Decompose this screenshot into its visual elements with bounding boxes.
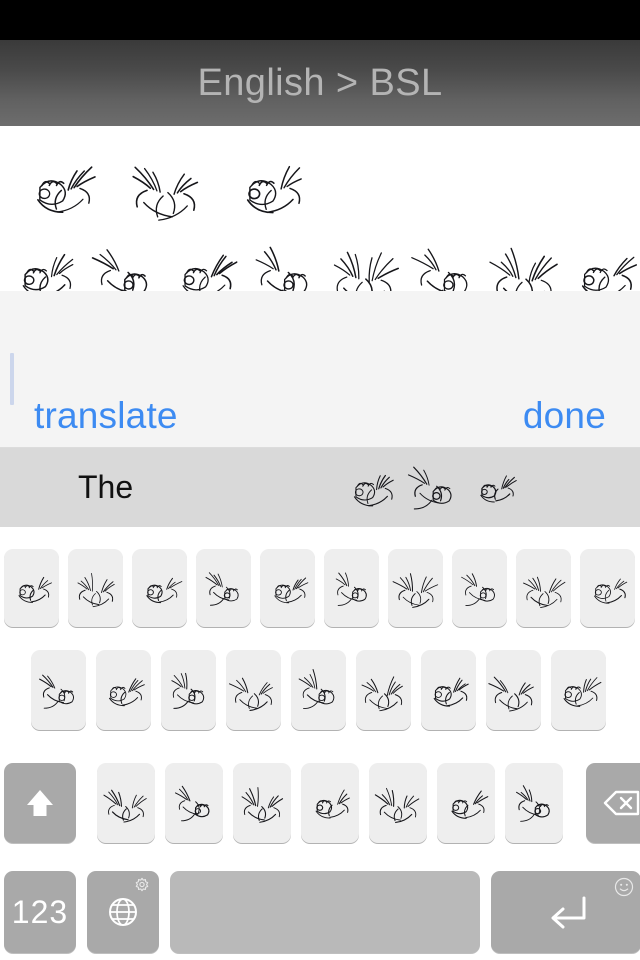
sign-key-row3-4[interactable] xyxy=(301,763,359,843)
sign-key-row3-3[interactable] xyxy=(233,763,291,843)
sign-key-row2-1[interactable] xyxy=(31,650,86,730)
keyboard-row-2 xyxy=(0,650,640,730)
sign-key-row2-9[interactable] xyxy=(551,650,606,730)
shift-key[interactable] xyxy=(4,763,76,843)
sign-key-row1-7[interactable] xyxy=(388,549,443,627)
return-arrow-icon xyxy=(537,883,595,941)
suggestion-sign xyxy=(464,456,526,518)
sign-key-row2-5[interactable] xyxy=(291,650,346,730)
suggestion-sign xyxy=(340,456,402,518)
sign-key-row1-8[interactable] xyxy=(452,549,507,627)
backspace-icon xyxy=(600,781,640,825)
sign-key-row1-3[interactable] xyxy=(132,549,187,627)
output-sign xyxy=(324,231,404,291)
output-sign xyxy=(484,231,564,291)
output-sign xyxy=(113,144,218,229)
suggestion-sign xyxy=(402,456,464,518)
suggestion-bar[interactable]: The xyxy=(0,448,640,527)
sign-key-row1-9[interactable] xyxy=(516,549,571,627)
output-sign xyxy=(164,231,244,291)
smiley-icon xyxy=(613,876,635,898)
suggestion-word[interactable]: The xyxy=(78,469,133,506)
backspace-key[interactable] xyxy=(586,763,640,843)
sign-key-row3-6[interactable] xyxy=(437,763,495,843)
output-sign xyxy=(244,231,324,291)
sign-key-row1-1[interactable] xyxy=(4,549,59,627)
return-key[interactable] xyxy=(491,871,640,953)
numbers-key-label: 123 xyxy=(11,893,69,930)
sign-key-row1-5[interactable] xyxy=(260,549,315,627)
output-sign-row-1 xyxy=(0,144,640,229)
sign-keyboard: 123 xyxy=(0,537,640,960)
shift-arrow-icon xyxy=(18,781,62,825)
globe-key[interactable] xyxy=(87,871,159,953)
sign-key-row2-8[interactable] xyxy=(486,650,541,730)
text-editor-panel[interactable]: translate done xyxy=(0,291,640,448)
keyboard-row-4: 123 xyxy=(0,871,640,953)
sign-key-row3-2[interactable] xyxy=(165,763,223,843)
keyboard-row-3 xyxy=(0,763,640,843)
sign-key-row2-4[interactable] xyxy=(226,650,281,730)
sign-key-row1-10[interactable] xyxy=(580,549,635,627)
done-button[interactable]: done xyxy=(523,397,606,434)
sign-key-row1-6[interactable] xyxy=(324,549,379,627)
space-key[interactable] xyxy=(170,871,480,953)
output-sign-row-2 xyxy=(0,231,640,291)
gear-icon xyxy=(131,876,153,898)
status-bar xyxy=(0,0,640,40)
output-sign xyxy=(404,231,484,291)
output-sign xyxy=(4,231,84,291)
output-sign xyxy=(564,231,640,291)
sign-key-row3-5[interactable] xyxy=(369,763,427,843)
output-sign xyxy=(84,231,164,291)
output-sign xyxy=(8,144,113,229)
sign-key-row2-3[interactable] xyxy=(161,650,216,730)
suggestion-sign-group xyxy=(340,456,526,518)
sign-key-row2-2[interactable] xyxy=(96,650,151,730)
sign-key-row2-7[interactable] xyxy=(421,650,476,730)
sign-key-row3-1[interactable] xyxy=(97,763,155,843)
navigation-bar: English > BSL xyxy=(0,40,640,126)
editor-action-bar: translate done xyxy=(0,397,640,434)
app-root: English > BSL translate done The 123 xyxy=(0,0,640,960)
sign-key-row2-6[interactable] xyxy=(356,650,411,730)
sign-key-row1-4[interactable] xyxy=(196,549,251,627)
keyboard-row-1 xyxy=(0,549,640,627)
numbers-key[interactable]: 123 xyxy=(4,871,76,953)
translate-button[interactable]: translate xyxy=(34,397,178,434)
sign-key-row1-2[interactable] xyxy=(68,549,123,627)
translation-output-canvas xyxy=(0,126,640,291)
output-sign xyxy=(218,144,323,229)
sign-key-row3-7[interactable] xyxy=(505,763,563,843)
page-title: English > BSL xyxy=(197,61,443,104)
